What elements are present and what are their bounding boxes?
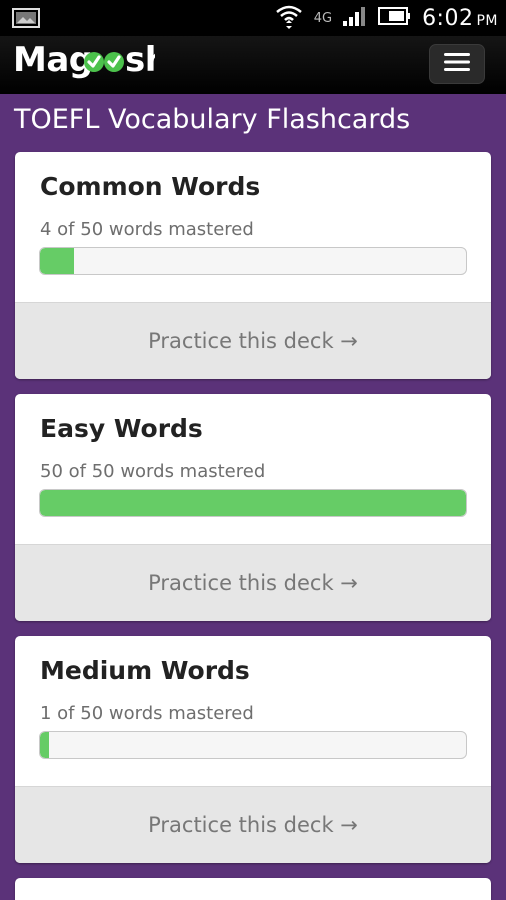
deck-title: Easy Words bbox=[40, 414, 203, 443]
deck-title: Medium Words bbox=[40, 656, 250, 685]
wifi-icon bbox=[274, 2, 304, 35]
deck-progress-text: 1 of 50 words mastered bbox=[40, 703, 254, 724]
deck-card-common-words: Common Words 4 of 50 words mastered Prac… bbox=[15, 152, 491, 379]
deck-progress-bar bbox=[39, 247, 467, 275]
logo-wordmark: Mag sh bbox=[13, 38, 169, 91]
status-bar: 4G 6:02 PM bbox=[0, 0, 506, 36]
deck-progress-fill bbox=[40, 732, 50, 758]
svg-text:Mag: Mag bbox=[13, 40, 93, 80]
signal-strength-icon bbox=[342, 5, 368, 32]
practice-deck-button[interactable]: Practice this deck → bbox=[15, 787, 491, 863]
deck-progress-fill bbox=[40, 248, 75, 274]
hamburger-icon bbox=[444, 52, 470, 77]
practice-deck-button[interactable]: Practice this deck → bbox=[15, 545, 491, 621]
deck-progress-bar bbox=[39, 489, 467, 517]
deck-progress-bar bbox=[39, 731, 467, 759]
svg-text:sh: sh bbox=[125, 40, 155, 80]
magoosh-logo[interactable]: Mag sh bbox=[13, 40, 169, 86]
clock-ampm: PM bbox=[476, 12, 498, 29]
deck-progress-text: 50 of 50 words mastered bbox=[40, 461, 266, 482]
clock-time: 6:02 bbox=[422, 5, 474, 31]
clock: 6:02 PM bbox=[422, 6, 498, 31]
screenshot-notification-icon bbox=[12, 8, 40, 33]
battery-icon bbox=[378, 6, 412, 31]
hamburger-menu-button[interactable] bbox=[429, 44, 485, 84]
network-type-label: 4G bbox=[313, 10, 333, 26]
practice-deck-button[interactable]: Practice this deck → bbox=[15, 303, 491, 379]
page-title: TOEFL Vocabulary Flashcards bbox=[14, 104, 411, 135]
deck-card-next bbox=[15, 878, 491, 900]
deck-progress-text: 4 of 50 words mastered bbox=[40, 219, 254, 240]
deck-card-easy-words: Easy Words 50 of 50 words mastered Pract… bbox=[15, 394, 491, 621]
deck-progress-fill bbox=[40, 490, 466, 516]
app-header: Mag sh bbox=[0, 36, 506, 94]
deck-card-medium-words: Medium Words 1 of 50 words mastered Prac… bbox=[15, 636, 491, 863]
deck-title: Common Words bbox=[40, 172, 261, 201]
